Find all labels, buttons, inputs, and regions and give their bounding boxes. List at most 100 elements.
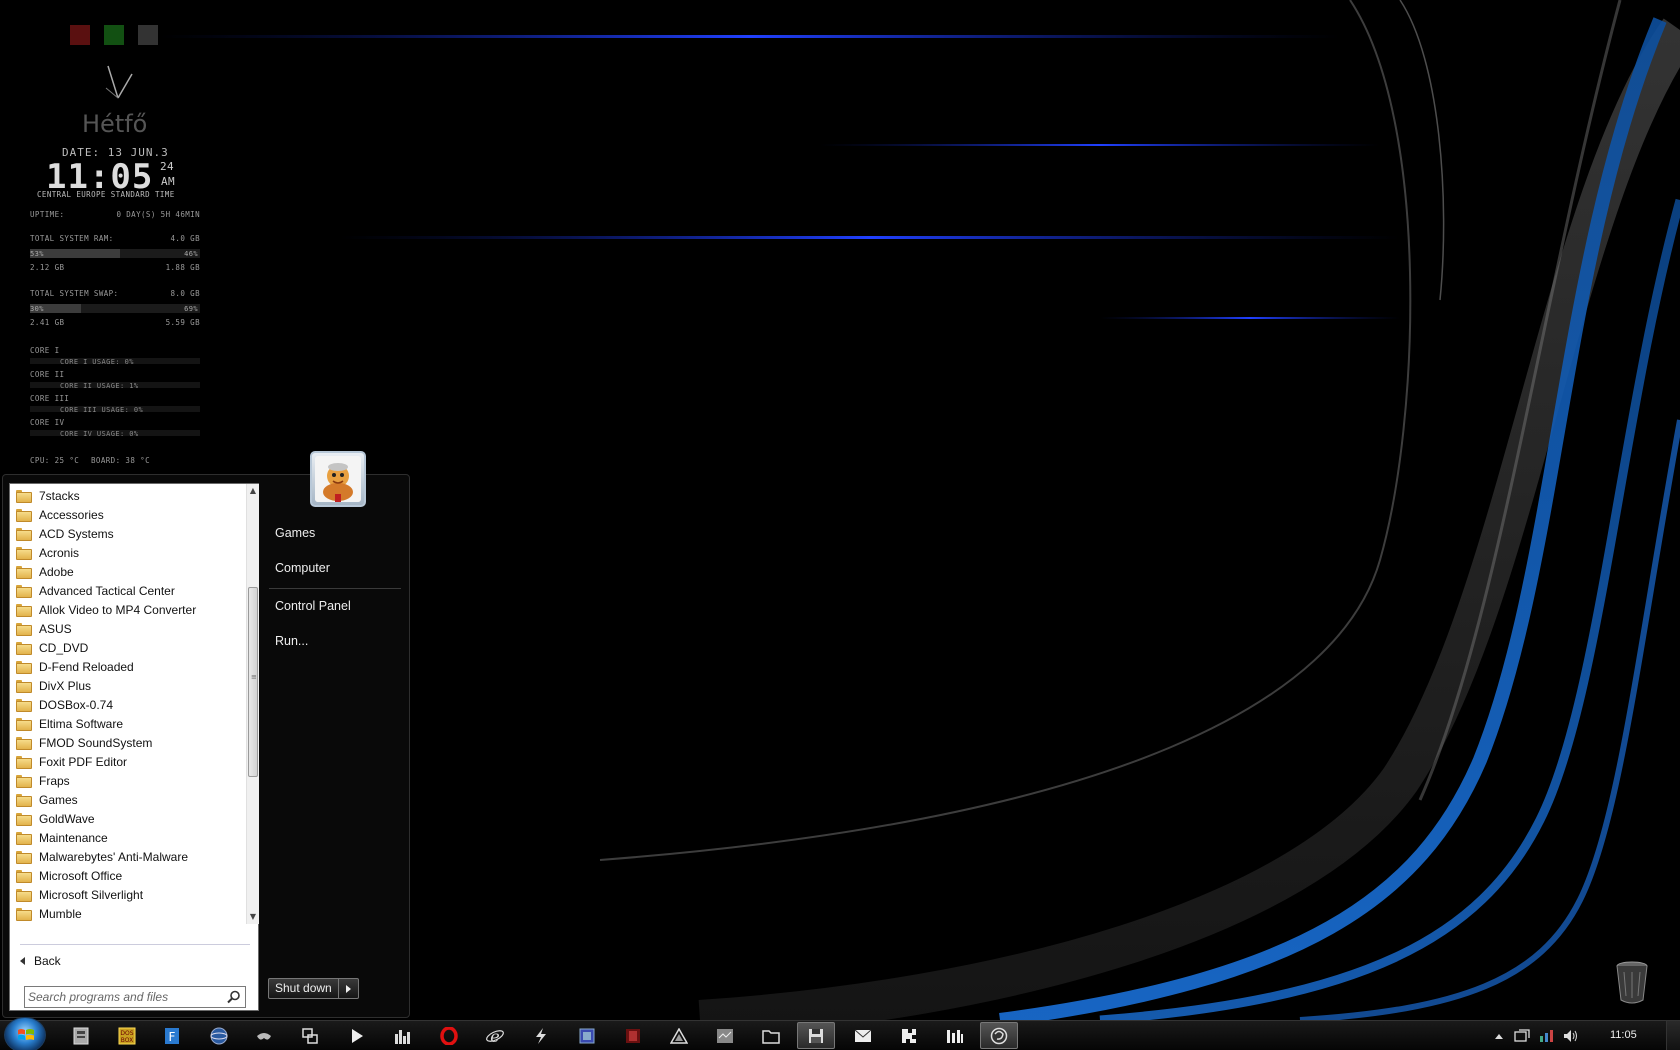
back-button[interactable]: Back [20,952,61,970]
program-folder-item[interactable]: Adobe [10,562,246,581]
program-folder-label: Advanced Tactical Center [39,583,175,598]
network-icon[interactable] [208,1025,230,1047]
program-folder-item[interactable]: Allok Video to MP4 Converter [10,600,246,619]
all-programs-pane: 7stacks Accessories ACD Systems Acronis Adob… [9,483,259,1011]
shutdown-button[interactable]: Shut down [268,978,339,999]
core-3-label: CORE III [30,394,70,403]
program-folder-item[interactable]: CD_DVD [10,638,246,657]
monitor-app-icon[interactable] [714,1025,736,1047]
save-icon[interactable] [797,1022,835,1049]
widget-minimize-icon[interactable] [138,25,158,45]
equalizer-icon[interactable] [392,1025,414,1047]
program-folder-item[interactable]: Eltima Software [10,714,246,733]
media-icon[interactable] [576,1025,598,1047]
triangle-app-icon[interactable] [668,1025,690,1047]
scroll-up-icon[interactable]: ▲ [247,484,259,498]
scrollbar-thumb[interactable]: ≡ [248,587,258,777]
window-switch-icon[interactable] [299,1025,321,1047]
program-folder-item[interactable]: ASUS [10,619,246,638]
program-list[interactable]: 7stacks Accessories ACD Systems Acronis Adob… [10,486,246,924]
stack-icon[interactable] [622,1025,644,1047]
folder-icon[interactable] [760,1025,782,1047]
editor-icon[interactable]: F [161,1025,183,1047]
start-computer-item[interactable]: Computer [275,561,330,575]
firefox-icon[interactable] [980,1022,1018,1049]
file-manager-icon[interactable] [70,1025,92,1047]
network-status-icon[interactable] [1536,1025,1558,1047]
program-folder-label: D-Fend Reloaded [39,659,134,674]
board-temp: BOARD: 38 °C [91,456,150,465]
mail-icon[interactable] [852,1025,874,1047]
folder-icon [16,604,32,617]
widget-close-icon[interactable] [70,25,90,45]
folder-icon [16,566,32,579]
puzzle-icon[interactable] [898,1025,920,1047]
lightning-icon[interactable] [530,1025,552,1047]
program-folder-item[interactable]: Foxit PDF Editor [10,752,246,771]
program-folder-item[interactable]: 7stacks [10,486,246,505]
ram-used: 2.12 GB [30,263,65,272]
program-folder-item[interactable]: D-Fend Reloaded [10,657,246,676]
folder-icon [16,756,32,769]
shutdown-control: Shut down [268,978,359,999]
program-folder-item[interactable]: DOSBox-0.74 [10,695,246,714]
program-folder-label: Adobe [39,564,74,579]
folder-icon [16,737,32,750]
clock-seconds: 24 [160,160,175,173]
shutdown-options-arrow-icon[interactable] [338,978,359,999]
folder-icon [16,908,32,921]
svg-text:F: F [169,1030,176,1044]
swap-usage-bar: 30% 69% [30,304,200,313]
back-arrow-icon [20,957,25,965]
bars-icon[interactable] [944,1025,966,1047]
program-folder-item[interactable]: Maintenance [10,828,246,847]
swap-label: TOTAL SYSTEM SWAP: [30,289,119,298]
widget-maximize-icon[interactable] [104,25,124,45]
scroll-down-icon[interactable]: ▼ [247,910,259,924]
ram-usage-bar: 53% 46% [30,249,200,258]
core-1-usage: CORE I USAGE: 0% [60,358,134,366]
gamepad-icon[interactable] [253,1025,275,1047]
program-folder-label: Fraps [39,773,70,788]
program-folder-item[interactable]: Accessories [10,505,246,524]
program-folder-item[interactable]: Advanced Tactical Center [10,581,246,600]
start-run-item[interactable]: Run... [275,634,308,648]
core-2-usage: CORE II USAGE: 1% [60,382,139,390]
program-folder-item[interactable]: FMOD SoundSystem [10,733,246,752]
program-folder-item[interactable]: Microsoft Silverlight [10,885,246,904]
internet-explorer-icon[interactable]: e [484,1025,506,1047]
program-list-scrollbar[interactable]: ▲ ≡ ▼ [246,484,259,924]
play-icon[interactable] [346,1025,368,1047]
program-folder-item[interactable]: Fraps [10,771,246,790]
program-folder-item[interactable]: Mumble [10,904,246,923]
dosbox-icon[interactable]: DOS BOX [116,1025,138,1047]
search-icon[interactable] [227,990,241,1004]
action-center-icon[interactable] [1511,1025,1533,1047]
user-avatar-icon [315,456,361,502]
volume-icon[interactable] [1560,1025,1582,1047]
program-folder-label: ACD Systems [39,526,114,541]
program-folder-item[interactable]: Acronis [10,543,246,562]
taskbar-clock[interactable]: 11:05 [1610,1029,1637,1041]
search-input[interactable] [28,988,224,1006]
opera-icon[interactable] [438,1025,460,1047]
ram-free-pct: 46% [184,250,198,258]
recycle-bin-icon[interactable] [1614,960,1650,1004]
program-folder-item[interactable]: DivX Plus [10,676,246,695]
program-folder-label: Microsoft Office [39,868,123,883]
program-folder-label: Foxit PDF Editor [39,754,128,769]
user-avatar[interactable] [310,451,366,507]
start-search-box[interactable] [24,986,246,1008]
program-folder-item[interactable]: Malwarebytes' Anti-Malware [10,847,246,866]
start-control-panel-item[interactable]: Control Panel [275,599,351,613]
start-button[interactable] [4,1017,46,1050]
back-label: Back [34,954,61,968]
show-desktop-button[interactable] [1666,1021,1680,1050]
start-games-item[interactable]: Games [275,526,315,540]
program-folder-item[interactable]: Microsoft Office [10,866,246,885]
program-folder-label: Games [39,792,78,807]
program-folder-item[interactable]: ACD Systems [10,524,246,543]
tray-expand-icon[interactable] [1488,1025,1510,1047]
program-folder-item[interactable]: GoldWave [10,809,246,828]
program-folder-item[interactable]: Games [10,790,246,809]
